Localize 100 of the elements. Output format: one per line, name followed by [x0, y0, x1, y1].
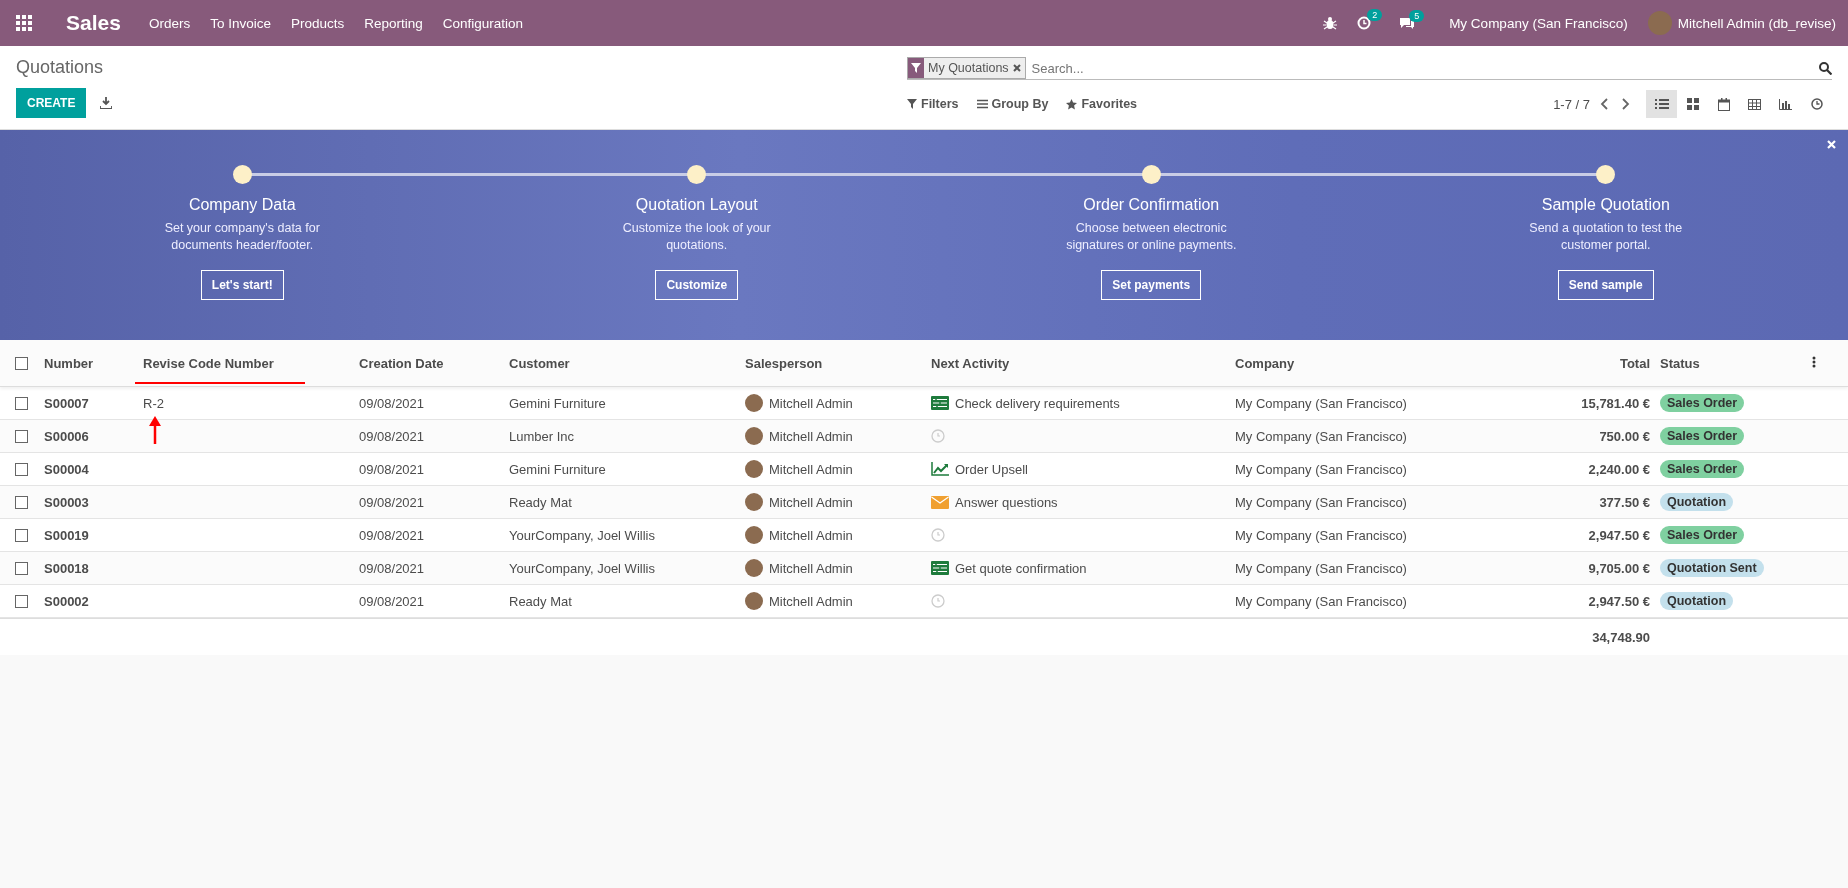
star-icon [1066, 98, 1078, 110]
step-button[interactable]: Customize [655, 270, 739, 300]
user-avatar [745, 592, 763, 610]
menu-item[interactable]: Orders [148, 15, 191, 31]
chat-icon[interactable] [1399, 16, 1416, 30]
table-cell: Check delivery requirements [955, 395, 1120, 411]
chevron-left-icon[interactable] [1600, 98, 1610, 110]
table-cell: Get quote confirmation [955, 560, 1087, 576]
row-checkbox[interactable] [15, 429, 28, 443]
step-title: Order Confirmation [1083, 196, 1220, 214]
clock-icon [931, 528, 945, 542]
column-header[interactable]: Salesperson [745, 355, 823, 371]
step-dot [1141, 165, 1161, 184]
table-cell: Lumber Inc [509, 428, 575, 444]
filter-icon [907, 99, 917, 109]
view-switch-button[interactable] [1646, 90, 1677, 118]
column-header[interactable]: Total [1619, 355, 1650, 371]
table-cell: R-2 [143, 395, 164, 411]
step-description: Set your company's data for documents header/footer. [163, 220, 321, 254]
column-header[interactable]: Next Activity [931, 355, 1010, 371]
table-grid-icon [1748, 98, 1761, 110]
table-cell: My Company (San Francisco) [1235, 461, 1407, 477]
step-dot [687, 165, 707, 184]
table-cell: 09/08/2021 [359, 428, 425, 444]
user-avatar [745, 493, 763, 511]
bar-chart-icon [1779, 98, 1792, 110]
table-cell: S00007 [44, 395, 89, 411]
table-cell: 750.00 € [1599, 428, 1650, 444]
table-cell: Mitchell Admin [769, 428, 853, 444]
user-avatar [745, 427, 763, 445]
table-cell: 09/08/2021 [359, 494, 425, 510]
column-header[interactable]: Status [1660, 355, 1700, 371]
table-cell: 09/08/2021 [359, 395, 425, 411]
table-cell: 09/08/2021 [359, 593, 425, 609]
table-cell: S00002 [44, 593, 89, 609]
select-all-checkbox[interactable] [15, 356, 28, 370]
clock-icon [1810, 98, 1823, 110]
table-cell: S00004 [44, 461, 89, 477]
clock-icon [931, 594, 945, 608]
step-button[interactable]: Set payments [1101, 270, 1202, 300]
step-button[interactable]: Let's start! [200, 270, 284, 300]
chevron-right-icon[interactable] [1620, 98, 1630, 110]
user-menu[interactable]: Mitchell Admin (db_revise) [1677, 15, 1836, 31]
table-cell: Ready Mat [509, 494, 572, 510]
pager-value: 1-7 / 7 [1553, 96, 1590, 112]
apps-grid-icon[interactable] [16, 15, 32, 31]
column-header[interactable]: Creation Date [359, 355, 444, 371]
step-button[interactable]: Send sample [1557, 270, 1654, 300]
table-cell: 15,781.40 € [1581, 395, 1650, 411]
menu-item[interactable]: Reporting [364, 15, 423, 31]
table-cell: Mitchell Admin [769, 395, 853, 411]
row-checkbox[interactable] [15, 495, 28, 509]
table-cell: Gemini Furniture [509, 461, 606, 477]
table-cell: S00003 [44, 494, 89, 510]
filters-button[interactable]: Filters [907, 97, 959, 111]
search-facet[interactable]: My Quotations [907, 57, 1026, 79]
clock-icon[interactable] [1357, 16, 1372, 30]
status-tag: Sales Order [1660, 460, 1745, 478]
menu-item[interactable]: Products [290, 15, 345, 31]
step-title: Quotation Layout [635, 196, 758, 214]
breadcrumb[interactable]: Quotations [16, 57, 832, 78]
table-cell: Answer questions [955, 494, 1058, 510]
table-cell: 09/08/2021 [359, 560, 425, 576]
menu-item[interactable]: To Invoice [210, 15, 271, 31]
close-icon[interactable] [1012, 64, 1021, 72]
table-cell: Mitchell Admin [769, 494, 853, 510]
clock-icon [931, 429, 945, 443]
column-header[interactable]: Revise Code Number [143, 355, 274, 371]
row-checkbox[interactable] [15, 594, 28, 608]
favorites-button[interactable]: Favorites [1066, 97, 1138, 111]
row-checkbox[interactable] [15, 396, 28, 410]
search-icon[interactable] [1819, 61, 1832, 75]
search-field[interactable]: My Quotations Search... [907, 57, 1832, 80]
status-tag: Sales Order [1660, 526, 1745, 544]
calendar-icon [1717, 97, 1730, 111]
row-checkbox[interactable] [15, 462, 28, 476]
user-avatar [745, 526, 763, 544]
column-options-icon[interactable] [1812, 355, 1816, 368]
step-title: Company Data [188, 196, 296, 214]
table-cell: Mitchell Admin [769, 593, 853, 609]
user-avatar [745, 460, 763, 478]
menu-item[interactable]: Configuration [442, 15, 524, 31]
bug-icon[interactable] [1323, 16, 1338, 30]
status-tag: Quotation Sent [1660, 559, 1764, 577]
row-checkbox[interactable] [15, 561, 28, 575]
download-icon[interactable] [100, 97, 113, 109]
list-view-icon [1654, 98, 1669, 110]
column-header[interactable]: Number [44, 355, 94, 371]
table-cell: S00018 [44, 560, 89, 576]
column-header[interactable]: Customer [509, 355, 570, 371]
table-cell: 377.50 € [1599, 494, 1650, 510]
table-cell: 2,240.00 € [1588, 461, 1650, 477]
status-tag: Quotation [1660, 493, 1733, 511]
app-title[interactable]: Sales [66, 11, 121, 35]
column-header[interactable]: Company [1235, 355, 1295, 371]
table-cell: My Company (San Francisco) [1235, 395, 1407, 411]
group-by-button[interactable]: Group By [976, 97, 1049, 111]
table-cell: Order Upsell [955, 461, 1028, 477]
company-switcher[interactable]: My Company (San Francisco) [1449, 15, 1628, 31]
row-checkbox[interactable] [15, 528, 28, 542]
